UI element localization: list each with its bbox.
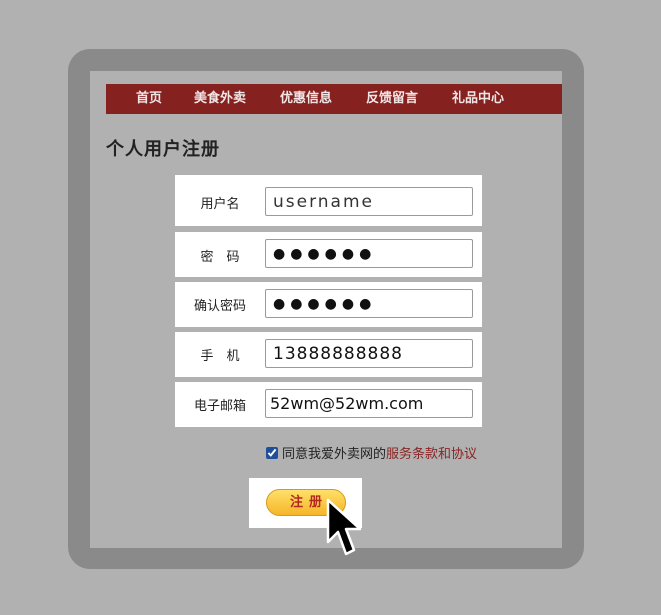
email-label: 电子邮箱: [193, 399, 246, 414]
username-label: 用户名: [200, 197, 240, 212]
nav-item-promotions[interactable]: 优惠信息: [280, 84, 332, 114]
top-nav: 首页 美食外卖 优惠信息 反馈留言 礼品中心: [106, 84, 562, 114]
phone-label: 手 机: [200, 349, 240, 364]
nav-item-food-delivery[interactable]: 美食外卖: [194, 84, 246, 114]
terms-agreement: 同意我爱外卖网的服务条款和协议: [266, 443, 477, 462]
email-field[interactable]: [265, 389, 473, 418]
checked-checkbox-icon[interactable]: [266, 447, 278, 459]
registration-screen: 首页 美食外卖 优惠信息 反馈留言 礼品中心 个人用户注册 用户名 密 码 确认…: [90, 71, 562, 548]
nav-item-gift-center[interactable]: 礼品中心: [452, 84, 504, 114]
confirm-password-label: 确认密码: [193, 299, 246, 314]
email-row: 电子邮箱: [175, 382, 482, 427]
terms-link[interactable]: 服务条款和协议: [386, 447, 477, 462]
nav-item-feedback[interactable]: 反馈留言: [366, 84, 418, 114]
confirm-password-field[interactable]: [265, 289, 473, 318]
phone-field[interactable]: [265, 339, 473, 368]
confirm-password-row: 确认密码: [175, 282, 482, 327]
page-title: 个人用户注册: [106, 139, 220, 160]
phone-row: 手 机: [175, 332, 482, 377]
password-field[interactable]: [265, 239, 473, 268]
nav-item-home[interactable]: 首页: [136, 84, 162, 114]
username-row: 用户名: [175, 175, 482, 226]
username-field[interactable]: [265, 187, 473, 216]
password-row: 密 码: [175, 232, 482, 277]
password-label: 密 码: [200, 250, 240, 265]
arrow-cursor-icon: [326, 498, 362, 556]
terms-text: 同意我爱外卖网的: [282, 447, 387, 462]
